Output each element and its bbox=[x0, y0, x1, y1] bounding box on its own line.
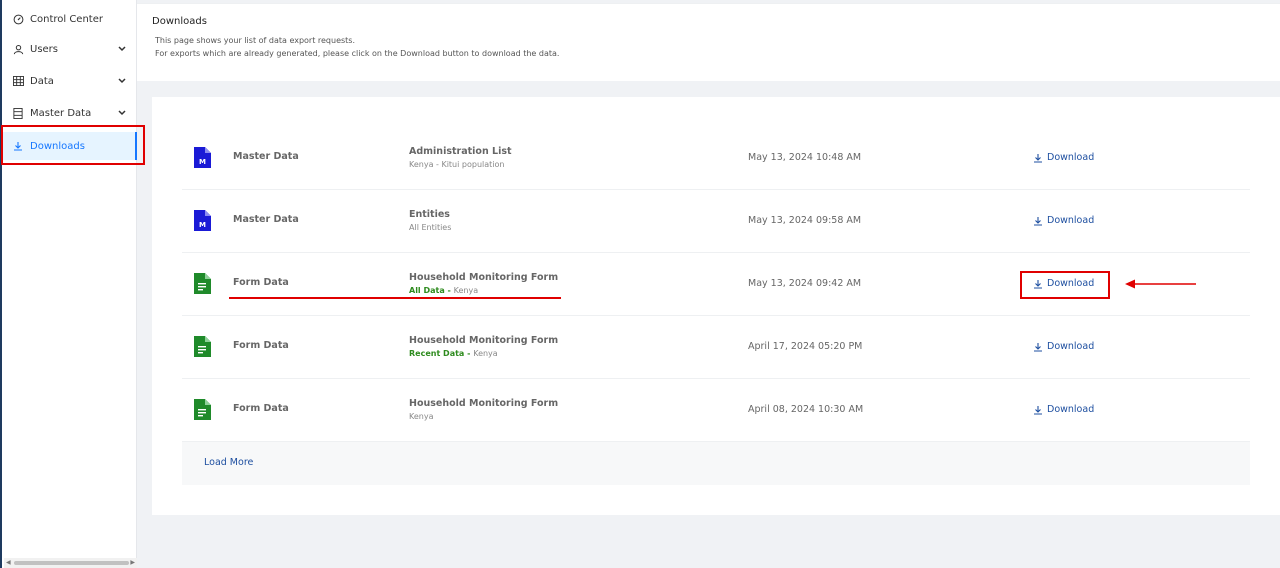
master-data-file-icon: M bbox=[194, 210, 211, 231]
annotation-highlight-box bbox=[1, 125, 145, 165]
download-type: Master Data bbox=[233, 214, 299, 225]
sidebar-item-label: Master Data bbox=[30, 107, 92, 119]
page-header: Downloads This page shows your list of d… bbox=[137, 3, 1280, 81]
download-name: Household Monitoring Form bbox=[409, 272, 559, 283]
page-title: Downloads bbox=[152, 16, 207, 27]
download-button[interactable]: Download bbox=[1033, 404, 1094, 415]
form-data-file-icon bbox=[194, 336, 211, 357]
user-icon bbox=[12, 43, 24, 55]
form-data-file-icon bbox=[194, 399, 211, 420]
download-subtitle: Kenya bbox=[409, 412, 434, 421]
download-row: Form Data Household Monitoring Form Keny… bbox=[182, 379, 1250, 442]
download-date: April 17, 2024 05:20 PM bbox=[748, 341, 863, 352]
download-name: Entities bbox=[409, 209, 450, 220]
download-date: April 08, 2024 10:30 AM bbox=[748, 404, 864, 415]
dashboard-icon bbox=[12, 13, 24, 25]
downloads-list-card: M Master Data Administration List Kenya … bbox=[152, 97, 1280, 515]
load-more-button[interactable]: Load More bbox=[204, 457, 253, 468]
sidebar-item-data[interactable]: Data bbox=[2, 67, 137, 95]
scroll-right-icon[interactable]: ▶ bbox=[130, 560, 135, 566]
page-description: For exports which are already generated,… bbox=[155, 49, 560, 58]
download-icon bbox=[1034, 216, 1042, 226]
download-type: Master Data bbox=[233, 151, 299, 162]
annotation-underline bbox=[229, 297, 561, 299]
download-subtitle: Kenya - Kitui population bbox=[409, 160, 505, 169]
download-name: Household Monitoring Form bbox=[409, 398, 559, 409]
annotation-arrow-icon bbox=[1125, 279, 1196, 289]
download-type: Form Data bbox=[233, 403, 289, 414]
download-icon bbox=[1034, 342, 1042, 352]
sidebar-item-users[interactable]: Users bbox=[2, 35, 137, 63]
master-data-file-icon: M bbox=[194, 147, 211, 168]
download-row: Form Data Household Monitoring Form Rece… bbox=[182, 316, 1250, 379]
sidebar: Control Center Users Data Master Data Do… bbox=[0, 0, 137, 568]
sidebar-item-label: Users bbox=[30, 43, 59, 55]
download-name: Household Monitoring Form bbox=[409, 335, 559, 346]
sidebar-item-control-center[interactable]: Control Center bbox=[2, 5, 137, 33]
download-type: Form Data bbox=[233, 277, 289, 288]
sidebar-item-master-data[interactable]: Master Data bbox=[2, 99, 137, 127]
download-button[interactable]: Download bbox=[1033, 215, 1094, 226]
sidebar-item-label: Data bbox=[30, 75, 54, 87]
scroll-left-icon[interactable]: ◀ bbox=[6, 560, 11, 566]
chevron-down-icon bbox=[117, 46, 127, 52]
download-subtitle: All Entities bbox=[409, 223, 452, 232]
download-row: M Master Data Entities All Entities May … bbox=[182, 190, 1250, 253]
download-button[interactable]: Download bbox=[1033, 341, 1094, 352]
sidebar-item-label: Control Center bbox=[30, 13, 103, 25]
load-more-bar: Load More bbox=[182, 442, 1250, 485]
download-icon bbox=[1034, 405, 1042, 415]
svg-text:M: M bbox=[199, 221, 206, 229]
download-date: May 13, 2024 09:58 AM bbox=[748, 215, 862, 226]
download-date: May 13, 2024 10:48 AM bbox=[748, 152, 862, 163]
chevron-down-icon bbox=[117, 78, 127, 84]
download-button[interactable]: Download bbox=[1033, 152, 1094, 163]
page-description: This page shows your list of data export… bbox=[155, 36, 356, 45]
horizontal-scrollbar[interactable]: ◀ ▶ bbox=[4, 558, 137, 568]
download-icon bbox=[1034, 153, 1042, 163]
download-row: M Master Data Administration List Kenya … bbox=[182, 127, 1250, 190]
download-type: Form Data bbox=[233, 340, 289, 351]
download-name: Administration List bbox=[409, 146, 512, 157]
form-data-file-icon bbox=[194, 273, 211, 294]
annotation-highlight-box bbox=[1020, 271, 1110, 299]
table-icon bbox=[12, 75, 24, 87]
svg-text:M: M bbox=[199, 158, 206, 166]
download-date: May 13, 2024 09:42 AM bbox=[748, 278, 862, 289]
download-subtitle: All Data - Kenya bbox=[409, 286, 479, 295]
chevron-down-icon bbox=[117, 110, 127, 116]
scrollbar-thumb[interactable] bbox=[14, 561, 129, 565]
download-subtitle: Recent Data - Kenya bbox=[409, 349, 498, 358]
database-icon bbox=[12, 107, 24, 119]
